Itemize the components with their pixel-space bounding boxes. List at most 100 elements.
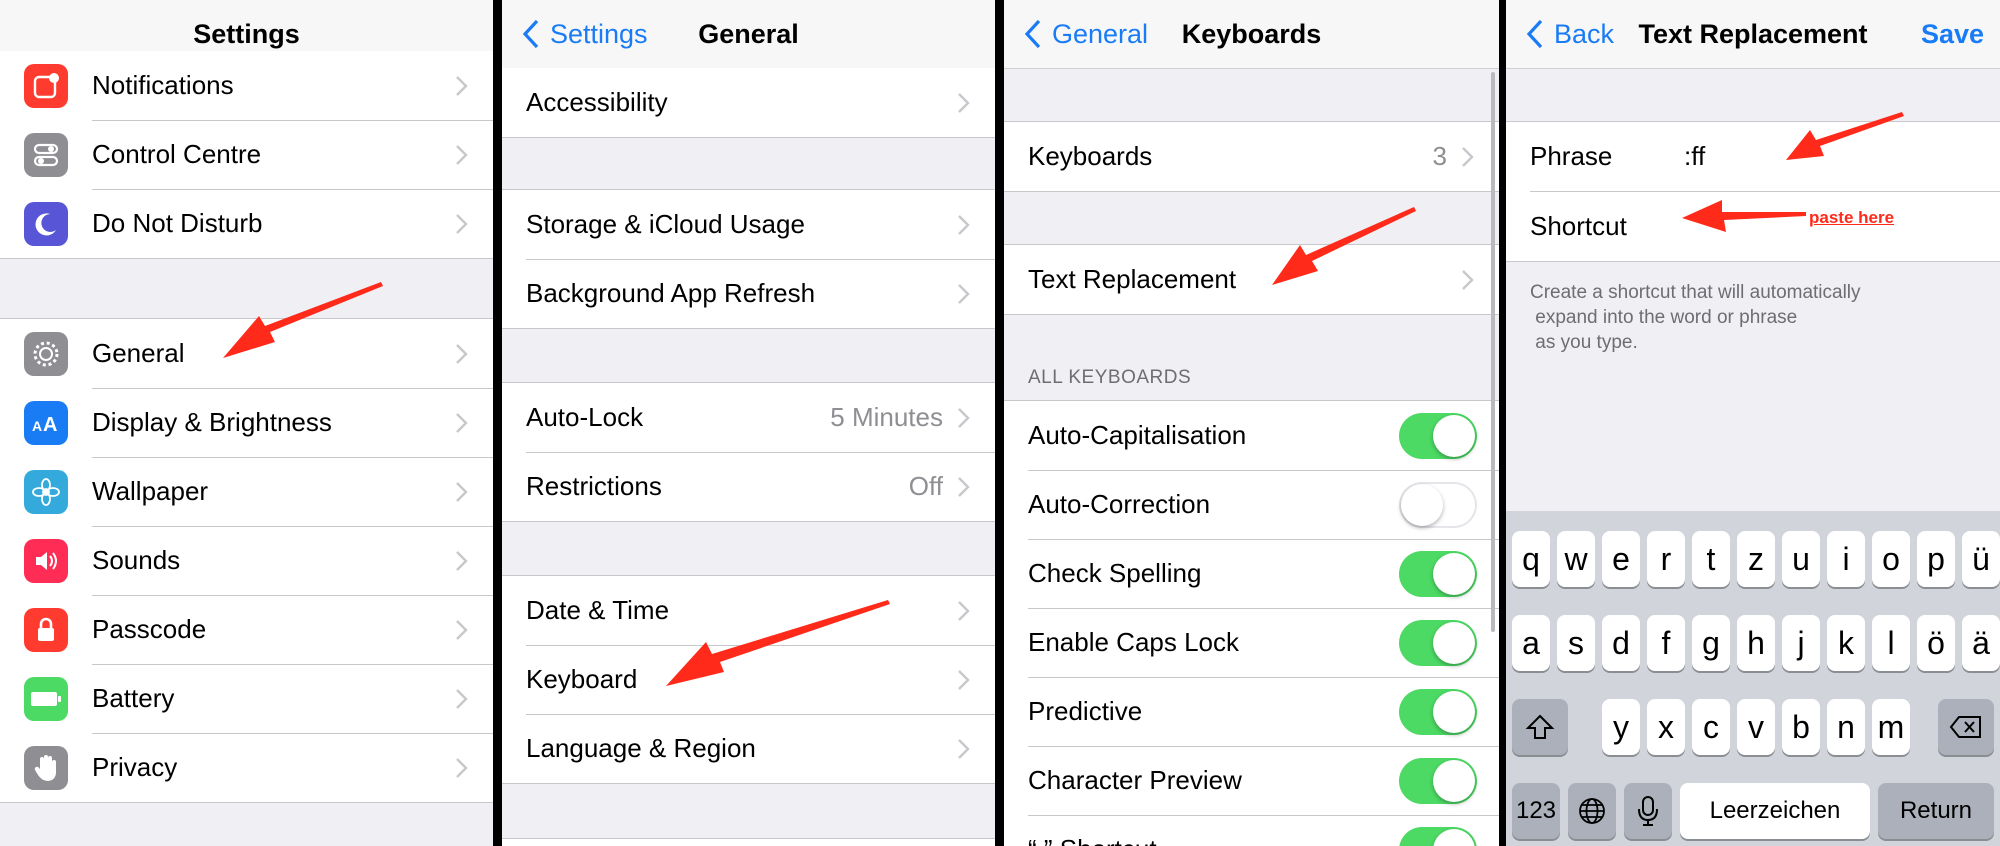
character-preview-switch[interactable] <box>1399 757 1477 804</box>
settings-item-privacy[interactable]: Privacy <box>0 733 493 802</box>
key-l[interactable]: l <box>1872 615 1910 671</box>
key-h[interactable]: h <box>1737 615 1775 671</box>
auto-correction-switch[interactable] <box>1399 481 1477 528</box>
key-ö[interactable]: ö <box>1917 615 1955 671</box>
row-value: Off <box>908 471 943 501</box>
row-label: Keyboards <box>1028 141 1153 171</box>
speaker-icon <box>24 538 68 583</box>
key-s[interactable]: s <box>1557 615 1595 671</box>
shift-key[interactable] <box>1512 699 1568 755</box>
row-label: Restrictions <box>526 471 662 501</box>
key-f[interactable]: f <box>1647 615 1685 671</box>
chevron-right-icon <box>456 213 468 234</box>
keyboards-item[interactable]: Keyboards 3 <box>1004 122 1499 191</box>
enable-caps-lock-switch[interactable] <box>1399 619 1477 666</box>
settings-item-label: Notifications <box>92 70 234 100</box>
settings-item-label: Privacy <box>92 752 178 782</box>
all-keyboards-group: Auto-Capitalisation Auto-Correction Chec… <box>1004 400 1499 846</box>
settings-item-do-not-disturb[interactable]: Do Not Disturb <box>0 189 493 258</box>
key-m[interactable]: m <box>1872 699 1910 755</box>
key-d[interactable]: d <box>1602 615 1640 671</box>
general-item-accessibility[interactable]: Accessibility <box>502 68 995 137</box>
auto-capitalisation-switch[interactable] <box>1399 412 1477 459</box>
row-label: Character Preview <box>1028 765 1242 795</box>
general-item-storage[interactable]: Storage & iCloud Usage <box>502 190 995 259</box>
settings-item-display-brightness[interactable]: AA Display & Brightness <box>0 388 493 457</box>
numbers-key[interactable]: 123 <box>1512 783 1560 839</box>
return-key[interactable]: Return <box>1878 783 1994 839</box>
key-b[interactable]: b <box>1782 699 1820 755</box>
phrase-field[interactable] <box>1684 141 1924 172</box>
settings-item-sounds[interactable]: Sounds <box>0 526 493 595</box>
settings-item-general[interactable]: General <box>0 319 493 388</box>
help-text-line: as you type. <box>1530 332 1638 353</box>
key-p[interactable]: p <box>1917 531 1955 587</box>
key-ä[interactable]: ä <box>1962 615 2000 671</box>
row-label: Text Replacement <box>1028 264 1237 294</box>
settings-item-notifications[interactable]: Notifications <box>0 51 493 120</box>
row-value: 5 Minutes <box>830 402 943 432</box>
dictation-key[interactable] <box>1624 783 1672 839</box>
settings-item-control-centre[interactable]: Control Centre <box>0 120 493 189</box>
key-k[interactable]: k <box>1827 615 1865 671</box>
row-label: Auto-Correction <box>1028 489 1211 519</box>
globe-key[interactable] <box>1568 783 1616 839</box>
settings-item-label: Do Not Disturb <box>92 208 263 238</box>
key-x[interactable]: x <box>1647 699 1685 755</box>
hand-icon <box>24 745 68 790</box>
settings-item-label: Battery <box>92 683 175 713</box>
key-u[interactable]: u <box>1782 531 1820 587</box>
settings-item-wallpaper[interactable]: Wallpaper <box>0 457 493 526</box>
chevron-right-icon <box>958 600 970 621</box>
period-shortcut-switch[interactable] <box>1399 826 1477 846</box>
key-w[interactable]: w <box>1557 531 1595 587</box>
toggle-row-auto-correction: Auto-Correction <box>1004 470 1499 539</box>
screenshot-collage: Settings Notifications Control Centre Do… <box>0 0 2000 846</box>
notifications-icon <box>24 63 68 108</box>
chevron-right-icon <box>1462 146 1474 167</box>
key-t[interactable]: t <box>1692 531 1730 587</box>
key-y[interactable]: y <box>1602 699 1640 755</box>
check-spelling-switch[interactable] <box>1399 550 1477 597</box>
general-item-language-region[interactable]: Language & Region <box>502 714 995 783</box>
key-q[interactable]: q <box>1512 531 1550 587</box>
key-ü[interactable]: ü <box>1962 531 2000 587</box>
general-item-background-refresh[interactable]: Background App Refresh <box>502 259 995 328</box>
settings-item-battery[interactable]: Battery <box>0 664 493 733</box>
text-replacement-item[interactable]: Text Replacement <box>1004 245 1499 314</box>
space-key[interactable]: Leerzeichen <box>1680 783 1870 839</box>
toggle-row-period-shortcut: “.” Shortcut <box>1004 815 1499 846</box>
chevron-right-icon <box>958 669 970 690</box>
general-item-auto-lock[interactable]: Auto-Lock 5 Minutes <box>502 383 995 452</box>
key-z[interactable]: z <box>1737 531 1775 587</box>
paste-here-annotation: paste here <box>1809 208 1895 227</box>
navbar: General Keyboards <box>1004 0 1499 69</box>
general-item-date-time[interactable]: Date & Time <box>502 576 995 645</box>
save-button[interactable]: Save <box>1921 0 1984 68</box>
text-size-icon: AA <box>24 400 68 445</box>
keyboards-panel: General Keyboards Keyboards 3 Text Repla… <box>1004 0 1499 846</box>
settings-item-passcode[interactable]: Passcode <box>0 595 493 664</box>
general-group-3: Auto-Lock 5 Minutes Restrictions Off <box>502 382 995 522</box>
row-label: Predictive <box>1028 696 1143 726</box>
key-e[interactable]: e <box>1602 531 1640 587</box>
key-n[interactable]: n <box>1827 699 1865 755</box>
key-r[interactable]: r <box>1647 531 1685 587</box>
key-i[interactable]: i <box>1827 531 1865 587</box>
delete-key[interactable] <box>1938 699 1994 755</box>
row-label: Language & Region <box>526 733 756 763</box>
general-group-2: Storage & iCloud Usage Background App Re… <box>502 189 995 329</box>
predictive-switch[interactable] <box>1399 688 1477 735</box>
key-a[interactable]: a <box>1512 615 1550 671</box>
row-label: “.” Shortcut <box>1028 834 1399 846</box>
key-j[interactable]: j <box>1782 615 1820 671</box>
key-v[interactable]: v <box>1737 699 1775 755</box>
page-title: Keyboards <box>1181 19 1322 49</box>
general-item-restrictions[interactable]: Restrictions Off <box>502 452 995 521</box>
key-c[interactable]: c <box>1692 699 1730 755</box>
control-centre-icon <box>24 132 68 177</box>
key-o[interactable]: o <box>1872 531 1910 587</box>
general-item-keyboard[interactable]: Keyboard <box>502 645 995 714</box>
key-g[interactable]: g <box>1692 615 1730 671</box>
scroll-indicator[interactable] <box>1491 72 1495 632</box>
